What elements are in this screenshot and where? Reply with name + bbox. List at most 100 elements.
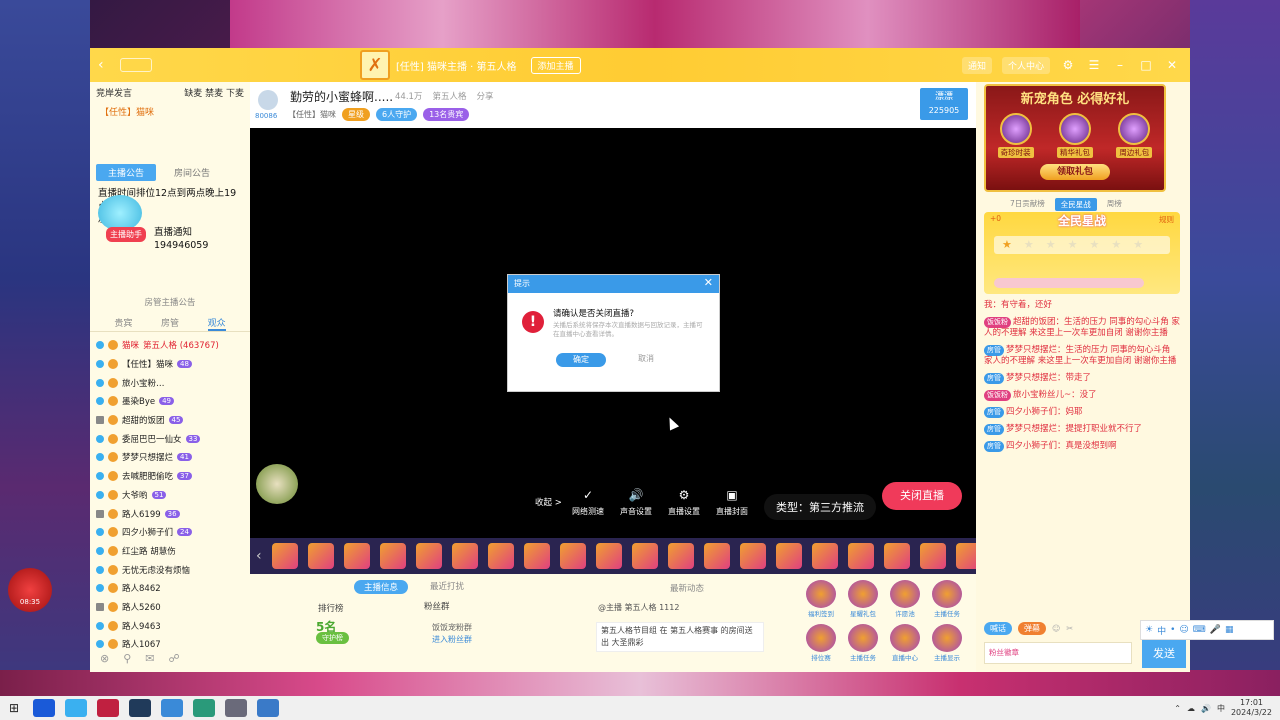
viewer-row[interactable]: 【任性】猫咪 48: [96, 355, 244, 374]
dialog-cancel-button[interactable]: 取消: [638, 353, 654, 364]
taskbar-app-icon[interactable]: [193, 699, 215, 717]
feature-icon-item[interactable]: 许愿池: [886, 580, 924, 618]
banner-item[interactable]: 周边礼包: [1116, 113, 1153, 158]
send-button[interactable]: 发送: [1142, 640, 1186, 668]
feature-icon-item[interactable]: 福利签到: [802, 580, 840, 618]
tray-lang-icon[interactable]: 中: [1217, 703, 1225, 714]
terminal-icon[interactable]: [129, 699, 151, 717]
tab-star-war[interactable]: 全民星战: [1054, 198, 1097, 211]
viewer-row[interactable]: 红尘路 胡慧伤: [96, 542, 244, 561]
ime-emoji-icon[interactable]: ☺: [1179, 625, 1188, 635]
viewer-row[interactable]: 路人9463: [96, 616, 244, 635]
gift-item[interactable]: [487, 543, 514, 569]
taskbar-app-icon[interactable]: [257, 699, 279, 717]
notification-button[interactable]: 通知: [961, 56, 992, 74]
live-cover-button[interactable]: ▣ 直播封面: [716, 488, 748, 517]
gift-item[interactable]: [667, 543, 694, 569]
settings-icon[interactable]: ⚙: [1060, 58, 1076, 72]
tray-volume-icon[interactable]: 🔊: [1201, 704, 1211, 713]
ime-lang-icon[interactable]: 中: [1157, 624, 1166, 637]
chat-icon[interactable]: ✉: [145, 652, 154, 665]
banner-item[interactable]: 精华礼包: [1056, 113, 1093, 158]
feature-icon-item[interactable]: 主播显示: [928, 624, 966, 662]
feature-icon-item[interactable]: 主播任务: [928, 580, 966, 618]
chat-message[interactable]: 我：有守着，还好: [984, 300, 1180, 311]
viewer-row[interactable]: 无忧无虑没有烦恼: [96, 560, 244, 579]
feature-icon-item[interactable]: 主播任务: [844, 624, 882, 662]
dialog-ok-button[interactable]: 确定: [556, 353, 606, 367]
gift-item[interactable]: [559, 543, 586, 569]
tab-room-notice[interactable]: 房间公告: [162, 164, 222, 181]
claim-gift-button[interactable]: 领取礼包: [1040, 164, 1110, 180]
feature-icon-item[interactable]: 星耀礼包: [844, 580, 882, 618]
menu-icon[interactable]: ☰: [1086, 58, 1102, 72]
gift-item[interactable]: [919, 543, 946, 569]
viewer-row[interactable]: 委屈巴巴一仙女 33: [96, 429, 244, 448]
chat-input[interactable]: 粉丝徽章: [984, 642, 1132, 664]
gift-item[interactable]: [883, 543, 910, 569]
back-icon[interactable]: ‹: [98, 57, 114, 73]
system-clock[interactable]: 17:01 2024/3/22: [1231, 698, 1272, 718]
gift-item[interactable]: [343, 543, 370, 569]
tab-vip[interactable]: 贵宾: [114, 316, 132, 331]
close-icon[interactable]: ✕: [1164, 58, 1180, 72]
gift-item[interactable]: [523, 543, 550, 569]
gift-item[interactable]: [451, 543, 478, 569]
gift-item[interactable]: [847, 543, 874, 569]
gift-item[interactable]: [811, 543, 838, 569]
chat-message[interactable]: 房管 梦梦只想摆烂：带走了: [984, 373, 1180, 384]
viewer-row[interactable]: 路人6199 36: [96, 504, 244, 523]
gift-item[interactable]: [307, 543, 334, 569]
chat-message[interactable]: 房管 梦梦只想摆烂：提提打职业就不行了: [984, 424, 1180, 435]
mode-pill[interactable]: [120, 58, 153, 72]
taskbar-app-icon[interactable]: [225, 699, 247, 717]
tab-audience[interactable]: 观众: [207, 316, 226, 331]
chat-message[interactable]: 饭饭粉 超甜的饭团：生活的压力 同事的勾心斗角 家人的不理解 来这里上一次车更加自…: [984, 317, 1180, 339]
viewer-row[interactable]: 路人8462: [96, 579, 244, 598]
fanclub-link[interactable]: 进入粉丝群: [432, 634, 472, 645]
mic-header-left[interactable]: 竞岸发言: [96, 86, 132, 99]
news-item-1[interactable]: @主播 第五人格 1112: [598, 602, 679, 613]
taskbar-app-icon[interactable]: [97, 699, 119, 717]
viewer-row[interactable]: 去喊肥肥偷吃 37: [96, 467, 244, 486]
rank-badge[interactable]: 守护榜: [316, 632, 349, 644]
danmaku-button[interactable]: 弹幕: [1018, 622, 1046, 635]
music-app-icon[interactable]: [161, 699, 183, 717]
feature-icon-item[interactable]: 直播中心: [886, 624, 924, 662]
chat-message[interactable]: 房管 梦梦只想摆烂：生活的压力 同事的勾心斗角 家人的不理解 来这里上一次车更加自…: [984, 345, 1180, 367]
streamer-camera-avatar[interactable]: [256, 464, 298, 504]
taskbar-app-icon[interactable]: [33, 699, 55, 717]
shout-button[interactable]: 喊话: [984, 622, 1012, 635]
viewer-row[interactable]: 旅小宝粉…: [96, 373, 244, 392]
dialog-close-icon[interactable]: ✕: [704, 276, 713, 289]
star-tag[interactable]: 星级: [342, 108, 370, 121]
viewer-row[interactable]: 超甜的饭团 45: [96, 411, 244, 430]
chat-message[interactable]: 房管 四夕小狮子们：真是没想到啊: [984, 441, 1180, 452]
windows-start-icon[interactable]: ⊞: [0, 701, 28, 715]
viewer-row[interactable]: 猫咪 第五人格 (463767): [96, 336, 244, 355]
fold-button[interactable]: 收起 >: [535, 496, 562, 508]
promo-banner[interactable]: 新宠角色 必得好礼 奇珍时装 精华礼包 周边礼包 领取礼包: [984, 84, 1166, 192]
close-live-button[interactable]: 关闭直播: [882, 482, 962, 510]
gift-item[interactable]: [739, 543, 766, 569]
category-link[interactable]: 第五人格: [432, 90, 466, 102]
lucky-bag-icon[interactable]: 08:35: [8, 568, 52, 612]
banner-item[interactable]: 奇珍时装: [997, 113, 1034, 158]
gift-item[interactable]: [631, 543, 658, 569]
vip-tag[interactable]: 13名贵宾: [423, 108, 470, 121]
mic-header-right[interactable]: 缺麦 禁麦 下麦: [184, 86, 244, 99]
tab-7day[interactable]: 7日贡献榜: [1010, 198, 1045, 211]
tab-weekly[interactable]: 周榜: [1107, 198, 1122, 211]
ime-punct-icon[interactable]: •: [1170, 625, 1175, 635]
share-button[interactable]: 分享: [476, 90, 493, 102]
gift-item[interactable]: [271, 543, 298, 569]
gift-item[interactable]: [595, 543, 622, 569]
scissors-icon[interactable]: ✂: [1066, 624, 1073, 633]
tab-admin[interactable]: 房管: [161, 316, 179, 331]
gift-item[interactable]: [703, 543, 730, 569]
lock-icon[interactable]: ☍: [169, 652, 180, 665]
network-test-button[interactable]: ✓ 网络测速: [572, 488, 604, 517]
tray-chevron-icon[interactable]: ⌃: [1174, 704, 1181, 713]
news-item-2[interactable]: 第五人格节目组 在 第五人格赛事 的房间送出 大圣鼎彩: [596, 622, 764, 652]
feature-icon-item[interactable]: 排位赛: [802, 624, 840, 662]
